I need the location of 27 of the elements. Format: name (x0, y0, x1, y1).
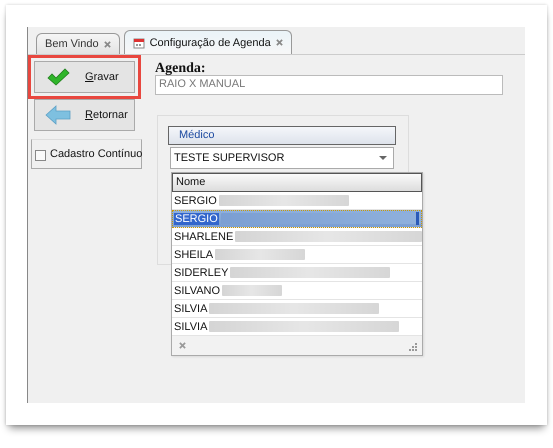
close-icon[interactable] (276, 39, 283, 46)
calendar-icon (132, 36, 145, 48)
close-icon[interactable] (179, 342, 186, 349)
column-header[interactable]: Nome (172, 173, 422, 192)
list-row[interactable]: SILVIA (172, 300, 422, 318)
section-header: Médico (168, 126, 396, 145)
redaction-bar (222, 285, 282, 296)
tab[interactable]: Bem Vindo (36, 33, 120, 54)
list-row[interactable]: SHARLENE (172, 228, 422, 246)
list-row[interactable]: SERGIO (172, 210, 422, 228)
checkbox[interactable] (35, 150, 46, 161)
list-row[interactable]: SIDERLEY (172, 264, 422, 282)
check-icon (45, 67, 71, 87)
list-row[interactable]: SHEILA (172, 246, 422, 264)
dropdown-field[interactable]: TESTE SUPERVISOR (170, 147, 394, 169)
input-field[interactable]: RAIO X MANUAL (155, 75, 503, 95)
tab[interactable]: Configuração de Agenda (124, 30, 292, 54)
side-button[interactable]: Retornar (34, 99, 135, 131)
caret-icon (379, 156, 387, 160)
list-row[interactable]: SILVIA (172, 318, 422, 336)
left-arrow-icon (45, 105, 71, 125)
close-icon[interactable] (104, 40, 111, 48)
side-button[interactable]: Gravar (34, 61, 135, 93)
checkbox-label: Cadastro Contínuo (50, 148, 142, 160)
list-row[interactable]: SILVANO (172, 282, 422, 300)
field-label: Agenda: (155, 62, 207, 75)
resize-grip-icon[interactable] (407, 340, 417, 350)
